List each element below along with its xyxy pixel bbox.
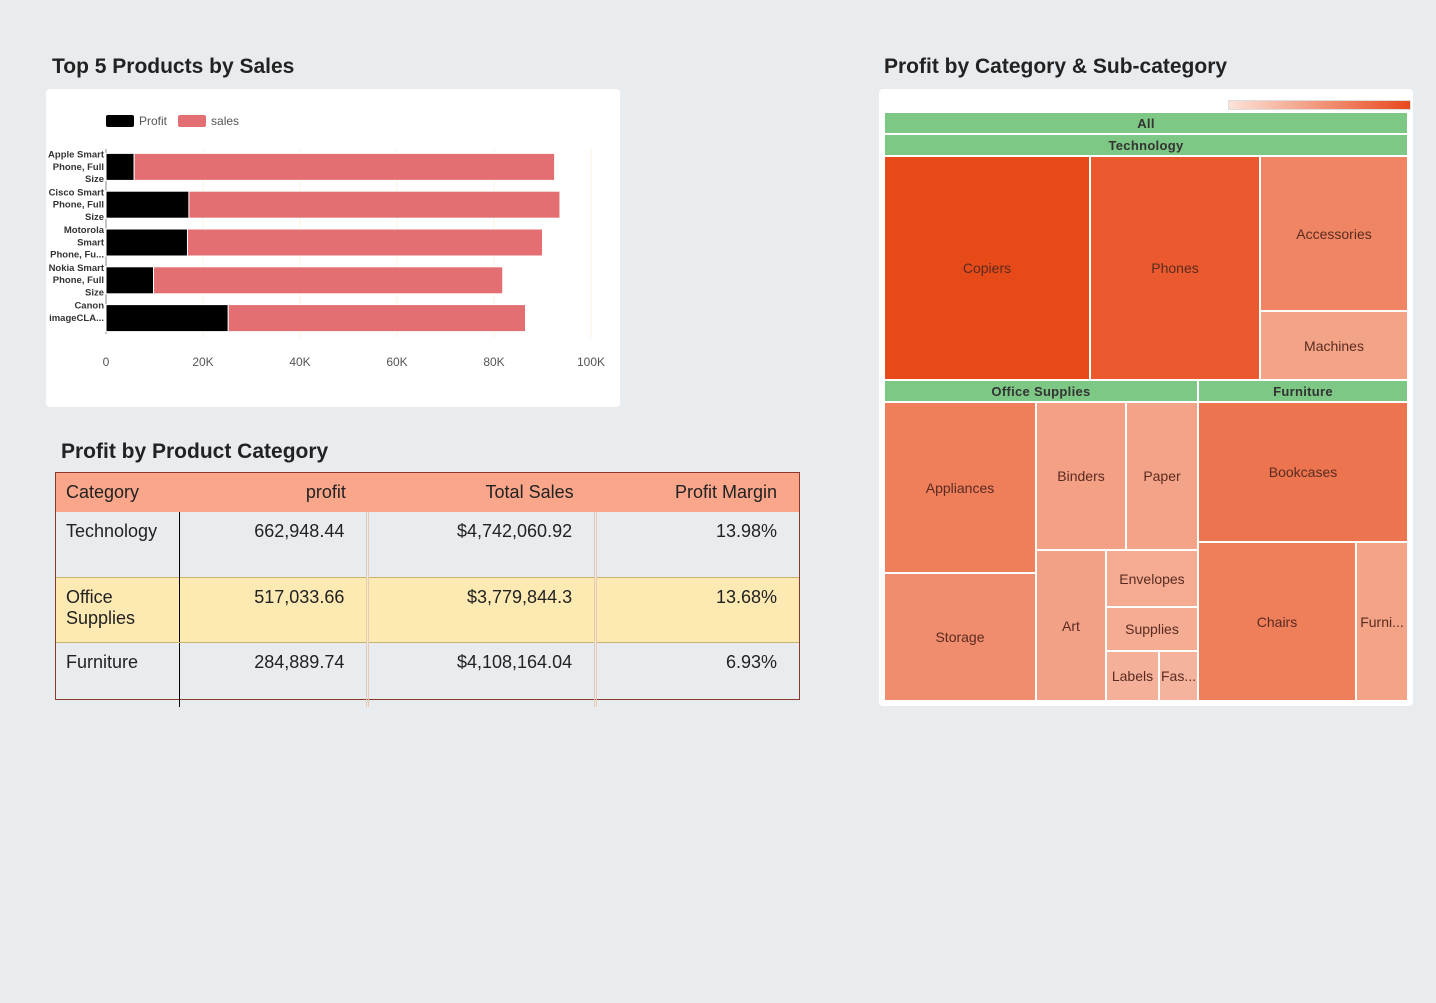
y-category-label: Motorola [64, 225, 105, 236]
table-row: Office Supplies 517,033.66 $3,779,844.3 … [56, 576, 799, 643]
bar-chart-title: Top 5 Products by Sales [52, 55, 295, 78]
bar-profit[interactable] [105, 190, 190, 219]
cell-profit: 284,889.74 [179, 642, 370, 707]
treemap-cell-envelopes[interactable]: Envelopes [1106, 550, 1198, 607]
cell-category: Technology [56, 512, 181, 577]
treemap-cell-chairs[interactable]: Chairs [1198, 542, 1356, 701]
cell-profit: 517,033.66 [179, 576, 370, 643]
y-category-label: Smart [77, 237, 105, 248]
bar-sales[interactable] [227, 304, 527, 333]
treemap-cell-supplies[interactable]: Supplies [1106, 607, 1198, 651]
treemap-group-technology[interactable]: Technology [884, 134, 1408, 156]
color-scale-legend [1228, 100, 1411, 110]
treemap-cell-labels[interactable]: Labels [1106, 651, 1159, 701]
treemap-cell-bookcases[interactable]: Bookcases [1198, 402, 1408, 542]
cell-profit-margin: 13.68% [595, 576, 799, 643]
treemap-group-office-supplies[interactable]: Office Supplies [884, 380, 1198, 402]
column-header-total-sales[interactable]: Total Sales [367, 473, 596, 512]
y-category-label: Phone, Fu... [50, 250, 104, 261]
treemap-cell-machines[interactable]: Machines [1260, 311, 1408, 380]
y-category-label: Nokia Smart [49, 263, 105, 274]
column-header-category[interactable]: Category [56, 473, 180, 512]
treemap-cell-furnishings[interactable]: Furni... [1356, 542, 1408, 701]
category-table: Category profit Total Sales Profit Margi… [55, 472, 800, 707]
y-category-label: Phone, Full [53, 200, 104, 211]
treemap-cell-binders[interactable]: Binders [1036, 402, 1126, 550]
bar-profit[interactable] [105, 266, 155, 295]
y-category-label: Cisco Smart [49, 187, 105, 198]
bar-profit[interactable] [105, 228, 188, 257]
treemap-cell-phones[interactable]: Phones [1090, 156, 1260, 380]
y-category-label: Size [85, 212, 104, 223]
cell-profit-margin: 6.93% [725, 651, 777, 672]
column-header-profit-margin[interactable]: Profit Margin [595, 473, 799, 512]
x-tick-label: 100K [577, 355, 605, 369]
y-category-label: Size [85, 174, 104, 185]
treemap-cell-storage[interactable]: Storage [884, 573, 1036, 701]
treemap-cell-art[interactable]: Art [1036, 550, 1106, 701]
table-row: Technology 662,948.44 $4,742,060.92 13.9… [56, 512, 799, 577]
x-tick-label: 80K [483, 355, 504, 369]
bar-profit[interactable] [105, 152, 135, 181]
y-category-label: imageCLA... [49, 313, 104, 324]
table-row: Furniture 284,889.74 $4,108,164.04 6.93% [56, 642, 799, 707]
cell-profit-margin: 13.98% [715, 521, 777, 541]
x-tick-label: 0 [103, 355, 110, 369]
bar-sales[interactable] [186, 228, 543, 257]
treemap-cell-appliances[interactable]: Appliances [884, 402, 1036, 573]
bar-profit[interactable] [105, 304, 229, 333]
y-category-label: Canon [74, 301, 104, 312]
cell-total-sales: $3,779,844.3 [367, 576, 598, 643]
y-category-label: Phone, Full [53, 162, 104, 173]
treemap-group-furniture[interactable]: Furniture [1198, 380, 1408, 402]
bar-chart-card: Profit sales 0 20K 40K 60K 80K 100K Apple Smar… [46, 89, 620, 407]
table-header-row: Category profit Total Sales Profit Margi… [56, 473, 799, 512]
cell-total-sales: $4,742,060.92 [367, 512, 598, 577]
x-tick-label: 60K [386, 355, 407, 369]
cell-profit: 662,948.44 [179, 512, 370, 577]
y-category-label: Apple Smart [48, 150, 105, 161]
treemap-cell-fasteners[interactable]: Fas... [1159, 651, 1198, 701]
cell-category: Office Supplies [56, 576, 181, 643]
bar-chart-plot: 0 20K 40K 60K 80K 100KApple SmartPhone, FullS… [48, 149, 605, 369]
table-title: Profit by Product Category [61, 440, 329, 463]
treemap-card: All Technology Copiers Phones Accessorie… [879, 89, 1413, 706]
x-tick-label: 20K [192, 355, 213, 369]
treemap-root-header[interactable]: All [884, 112, 1408, 134]
bar-sales[interactable] [188, 190, 561, 219]
treemap-cell-copiers[interactable]: Copiers [884, 156, 1090, 380]
y-category-label: Phone, Full [53, 275, 104, 286]
treemap-cell-paper[interactable]: Paper [1126, 402, 1198, 550]
column-header-profit[interactable]: profit [179, 473, 368, 512]
cell-total-sales: $4,108,164.04 [367, 642, 598, 707]
cell-category: Furniture [56, 642, 181, 707]
y-category-label: Size [85, 288, 104, 299]
x-tick-label: 40K [289, 355, 310, 369]
bar-sales[interactable] [133, 152, 556, 181]
treemap-cell-accessories[interactable]: Accessories [1260, 156, 1408, 311]
treemap-title: Profit by Category & Sub-category [884, 55, 1228, 78]
bar-sales[interactable] [153, 266, 504, 295]
